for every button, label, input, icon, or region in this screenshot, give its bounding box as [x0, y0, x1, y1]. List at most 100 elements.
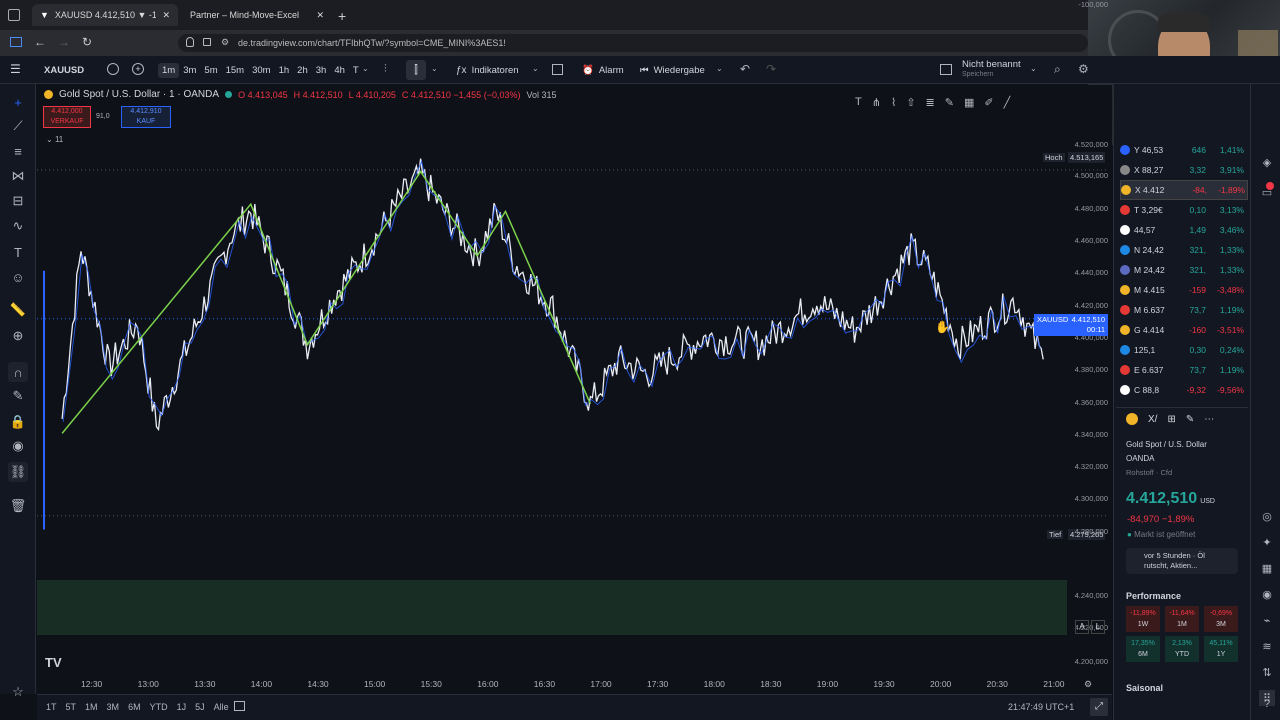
target-icon[interactable]: ◎ — [1259, 508, 1275, 524]
interval-T[interactable]: T — [349, 63, 363, 78]
zigzag-drawing[interactable] — [61, 170, 592, 434]
layout-save-button[interactable]: Nicht benannt Speichern — [962, 60, 1021, 80]
pitchfork-icon[interactable]: ⋔ — [872, 96, 881, 109]
grid-icon[interactable]: ▦ — [964, 96, 974, 109]
layers-icon[interactable]: ◈ — [1259, 154, 1275, 170]
performance-cell[interactable]: -11,64% 1M — [1165, 606, 1199, 632]
interval-2h[interactable]: 2h — [293, 63, 312, 78]
wave-icon[interactable]: ⌇ — [891, 96, 896, 109]
settings-gear-icon[interactable]: ⚙ — [1078, 62, 1089, 76]
performance-cell[interactable]: -11,89% 1W — [1126, 606, 1160, 632]
text-tool-icon[interactable]: T — [855, 96, 862, 109]
address-field[interactable]: de.tradingview.com/chart/TFIbhQTw/?symbo… — [178, 34, 1088, 52]
interval-3m[interactable]: 3m — [179, 63, 200, 78]
performance-cell[interactable]: 2,13% YTD — [1165, 636, 1199, 662]
hotlist-icon[interactable]: ⇅ — [1259, 664, 1275, 680]
trendline-icon[interactable]: ⟋ — [8, 116, 28, 136]
line-icon[interactable]: ╱ — [1004, 96, 1011, 109]
close-icon[interactable]: ✕ — [316, 10, 324, 21]
pen-icon[interactable]: ✎ — [945, 96, 954, 109]
tab-actions-icon[interactable] — [8, 9, 20, 21]
chevron-down-icon[interactable]: ⌄ — [362, 64, 369, 73]
close-icon[interactable]: ✕ — [162, 10, 170, 21]
range-1T[interactable]: 1T — [46, 702, 57, 712]
templates-icon[interactable] — [552, 64, 563, 75]
watchlist-row[interactable]: M 6.637 73,7 1,19% — [1120, 300, 1248, 320]
range-5T[interactable]: 5T — [66, 702, 77, 712]
lines-icon[interactable]: ≣ — [926, 96, 935, 109]
add-symbol-icon[interactable]: + — [132, 63, 144, 75]
search-icon[interactable]: ⌕ — [1054, 62, 1061, 77]
forward-icon[interactable]: → — [58, 35, 70, 49]
watchlist-row[interactable]: T 3,29€ 0,10 3,13% — [1120, 200, 1248, 220]
interval-1h[interactable]: 1h — [275, 63, 294, 78]
chevron-down-icon[interactable]: ⌄ — [1030, 64, 1037, 73]
interval-3h[interactable]: 3h — [312, 63, 331, 78]
chart-pane[interactable]: ✋ — [37, 85, 1112, 693]
watchlist-row[interactable]: M 24,42 321, 1,33% — [1120, 260, 1248, 280]
pencil-icon[interactable]: ✐ — [984, 96, 993, 109]
sell-button[interactable]: 4.412,000 VERKAUF — [43, 106, 91, 128]
text-icon[interactable]: T — [8, 242, 28, 262]
indicator-collapse[interactable]: ⌄ 11 — [46, 135, 63, 144]
interval-5m[interactable]: 5m — [200, 63, 221, 78]
watchlist-row[interactable]: Y 46,53 646 1,41% — [1120, 140, 1248, 160]
range-1M[interactable]: 1M — [85, 702, 98, 712]
bar-style-icon[interactable]: ⫶ — [384, 63, 387, 76]
back-icon[interactable]: ← — [34, 35, 46, 49]
alarm-button[interactable]: ⏰ Alarm — [582, 62, 624, 78]
tab-partner[interactable]: Partner – Mind-Move-Excel ✕ — [182, 4, 332, 26]
news-item[interactable]: vor 5 Stunden · Öl rutscht, Aktien... — [1126, 548, 1238, 574]
chevron-down-icon[interactable]: ⌄ — [716, 64, 723, 73]
zone-rectangle[interactable] — [37, 580, 1067, 635]
watchlist-row[interactable]: X 4.412 -84, -1,89% — [1120, 180, 1248, 200]
new-tab-plus-icon[interactable]: + — [338, 8, 346, 24]
crosshair-icon[interactable]: + — [8, 92, 28, 112]
range-YTD[interactable]: YTD — [150, 702, 168, 712]
calendar-icon[interactable] — [234, 701, 245, 711]
tradingview-logo[interactable]: TV — [45, 655, 62, 670]
interval-4h[interactable]: 4h — [330, 63, 349, 78]
range-1J[interactable]: 1J — [177, 702, 187, 712]
interval-1m[interactable]: 1m — [158, 62, 180, 78]
auto-scale-button[interactable]: A — [1075, 620, 1089, 634]
favorites-star-icon[interactable]: ☆ — [8, 682, 28, 702]
range-6M[interactable]: 6M — [128, 702, 141, 712]
watchlist-row[interactable]: G 4.414 -160 -3,51% — [1120, 320, 1248, 340]
watchlist-row[interactable]: 125,1 0,30 0,24% — [1120, 340, 1248, 360]
pattern-icon[interactable]: ⋈ — [8, 166, 28, 186]
watchlist-row[interactable]: N 24,42 321, 1,33% — [1120, 240, 1248, 260]
range-Alle[interactable]: Alle — [214, 702, 229, 712]
bell-icon[interactable]: ⌁ — [1259, 612, 1275, 628]
tab-xauusd[interactable]: ▼ XAUUSD 4.412,510 ▼ -1,89% ... ✕ — [32, 4, 178, 26]
range-3M[interactable]: 3M — [107, 702, 120, 712]
menu-icon[interactable]: ☰ — [10, 62, 21, 76]
interval-30m[interactable]: 30m — [248, 63, 274, 78]
ruler-icon[interactable]: 📏 — [8, 300, 28, 320]
grid-icon[interactable]: ⊞ — [1167, 414, 1175, 425]
buy-button[interactable]: 4.412,910 KAUF — [121, 106, 171, 128]
redo-icon[interactable]: ↷ — [766, 62, 776, 76]
watchlist-row[interactable]: E 6.637 73,7 1,19% — [1120, 360, 1248, 380]
ideas-icon[interactable]: ✦ — [1259, 534, 1275, 550]
interval-15m[interactable]: 15m — [222, 63, 248, 78]
fib-icon[interactable]: ≡ — [8, 141, 28, 161]
utc-clock[interactable]: 21:47:49 UTC+1 — [1008, 702, 1074, 712]
help-icon[interactable]: ? — [1259, 696, 1275, 712]
indicators-button[interactable]: ƒx Indikatoren — [456, 62, 519, 78]
replay-button[interactable]: ⏮ Wiedergabe — [640, 62, 705, 78]
watchlist-row[interactable]: X 88,27 3,32 3,91% — [1120, 160, 1248, 180]
emoji-icon[interactable]: ☺ — [8, 267, 28, 287]
sidebar-toggle-icon[interactable] — [10, 37, 22, 47]
chevron-down-icon[interactable]: ⌄ — [431, 64, 438, 73]
zoom-icon[interactable]: ⊕ — [8, 326, 28, 346]
lock-icon[interactable]: 🔒 — [8, 412, 28, 432]
arrow-up-icon[interactable]: ⇧ — [906, 96, 915, 109]
settings-gear-icon[interactable]: ⚙ — [1084, 679, 1092, 690]
log-scale-button[interactable]: L — [1091, 620, 1105, 634]
reload-icon[interactable]: ↻ — [82, 35, 92, 49]
chevron-down-icon[interactable]: ⌄ — [532, 64, 539, 73]
range-5J[interactable]: 5J — [195, 702, 205, 712]
projection-icon[interactable]: ⊟ — [8, 191, 28, 211]
stream-icon[interactable]: ◉ — [1259, 586, 1275, 602]
